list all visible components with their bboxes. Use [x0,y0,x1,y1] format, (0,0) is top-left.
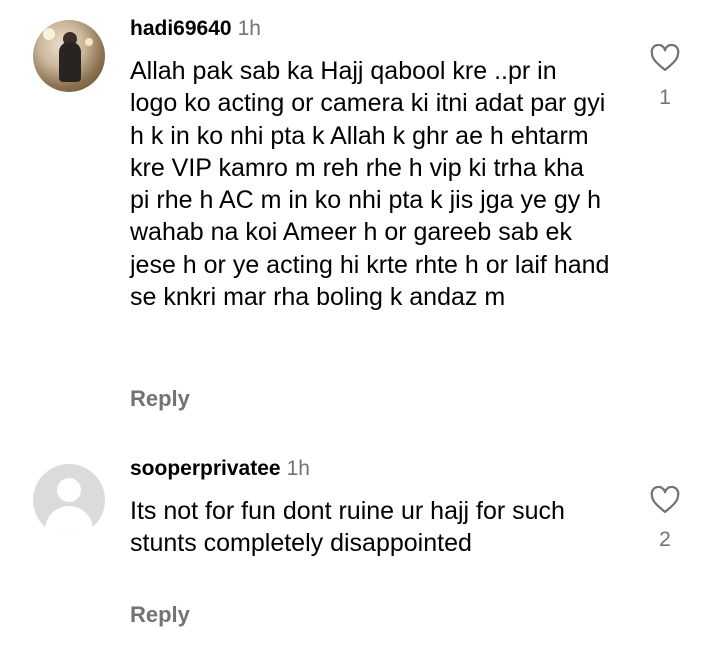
like-count: 2 [659,528,671,551]
like-count: 1 [659,86,671,109]
timestamp: 1h [286,457,310,480]
avatar[interactable] [33,20,105,92]
username[interactable]: sooperprivatee [130,457,281,480]
comment-item: hadi69640 1h Allah pak sab ka Hajj qabool… [0,0,720,430]
comment-item: sooperprivatee 1h Its not for fun dont ru… [0,440,720,648]
like-button[interactable]: 2 [645,486,685,552]
heart-outline-icon[interactable] [650,486,680,514]
reply-button[interactable]: Reply [130,602,190,628]
comment-text: Allah pak sab ka Hajj qabool kre ..pr in… [130,57,610,312]
timestamp: 1h [237,17,261,40]
comment-header: hadi69640 1h [130,16,261,42]
comment-text: Its not for fun dont ruine ur hajj for s… [130,497,565,558]
avatar[interactable] [33,464,105,536]
reply-button[interactable]: Reply [130,386,190,412]
comment-header: sooperprivatee 1h [130,456,310,482]
username[interactable]: hadi69640 [130,17,232,40]
like-button[interactable]: 1 [645,44,685,110]
heart-outline-icon[interactable] [650,44,680,72]
